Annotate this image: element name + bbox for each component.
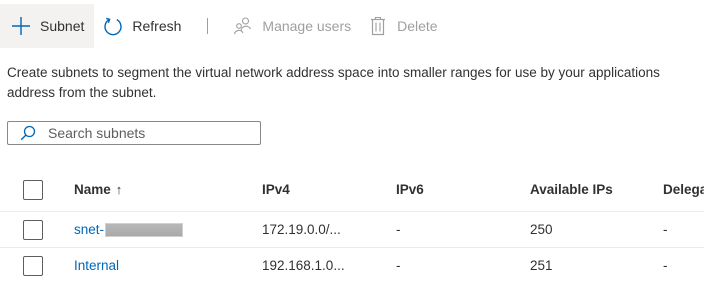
trash-icon <box>367 15 389 37</box>
table-row[interactable]: snet- 172.19.0.0/... - 250 - <box>0 212 704 248</box>
subnets-table: Name ↑ IPv4 IPv6 Available IPs Delega sn… <box>0 168 704 282</box>
search-icon <box>20 125 36 141</box>
page-description: Create subnets to segment the virtual ne… <box>7 63 704 103</box>
column-header-delegated[interactable]: Delega <box>663 168 704 211</box>
row-checkbox[interactable] <box>23 256 43 276</box>
add-subnet-label: Subnet <box>40 18 85 34</box>
column-header-name-label: Name <box>74 182 111 197</box>
select-all-checkbox[interactable] <box>23 180 43 200</box>
redacted-text-block <box>105 222 184 237</box>
column-header-ipv6[interactable]: IPv6 <box>396 168 424 211</box>
subnet-name-text: snet- <box>74 222 105 237</box>
delete-label: Delete <box>397 18 438 34</box>
people-icon <box>232 15 254 37</box>
toolbar-divider <box>207 18 209 34</box>
description-line-2: address from the subnet. <box>7 85 157 100</box>
search-box <box>7 121 261 145</box>
manage-users-button[interactable]: Manage users <box>224 4 359 48</box>
cell-delegated: - <box>663 258 668 273</box>
add-subnet-button[interactable]: Subnet <box>0 4 95 48</box>
refresh-icon <box>102 15 124 37</box>
row-checkbox[interactable] <box>23 220 43 240</box>
delete-button[interactable]: Delete <box>359 4 445 48</box>
refresh-button[interactable]: Refresh <box>94 4 189 48</box>
refresh-label: Refresh <box>132 18 182 34</box>
manage-users-label: Manage users <box>262 18 352 34</box>
sort-ascending-icon: ↑ <box>115 182 123 197</box>
subnet-name-text: Internal <box>74 258 120 273</box>
cell-ipv6: - <box>396 222 401 237</box>
cell-ipv6: - <box>396 258 401 273</box>
subnet-name-link[interactable]: Internal <box>74 248 119 282</box>
column-header-name[interactable]: Name ↑ <box>74 168 122 211</box>
subnets-page: Subnet Refresh Manage users Delete Creat… <box>0 0 704 282</box>
column-header-available-ips[interactable]: Available IPs <box>530 168 613 211</box>
cell-available-ips: 250 <box>530 222 553 237</box>
cell-ipv4: 172.19.0.0/... <box>262 222 341 237</box>
column-header-ipv4[interactable]: IPv4 <box>262 168 290 211</box>
table-row[interactable]: Internal 192.168.1.0... - 251 - <box>0 248 704 282</box>
cell-delegated: - <box>663 222 668 237</box>
table-header-row: Name ↑ IPv4 IPv6 Available IPs Delega <box>0 168 704 212</box>
cell-available-ips: 251 <box>530 258 553 273</box>
cell-ipv4: 192.168.1.0... <box>262 258 345 273</box>
plus-icon <box>10 15 32 37</box>
search-input[interactable] <box>48 125 248 141</box>
command-bar: Subnet Refresh Manage users Delete <box>0 4 704 48</box>
description-line-1: Create subnets to segment the virtual ne… <box>7 65 660 80</box>
subnet-name-link[interactable]: snet- <box>74 212 184 247</box>
